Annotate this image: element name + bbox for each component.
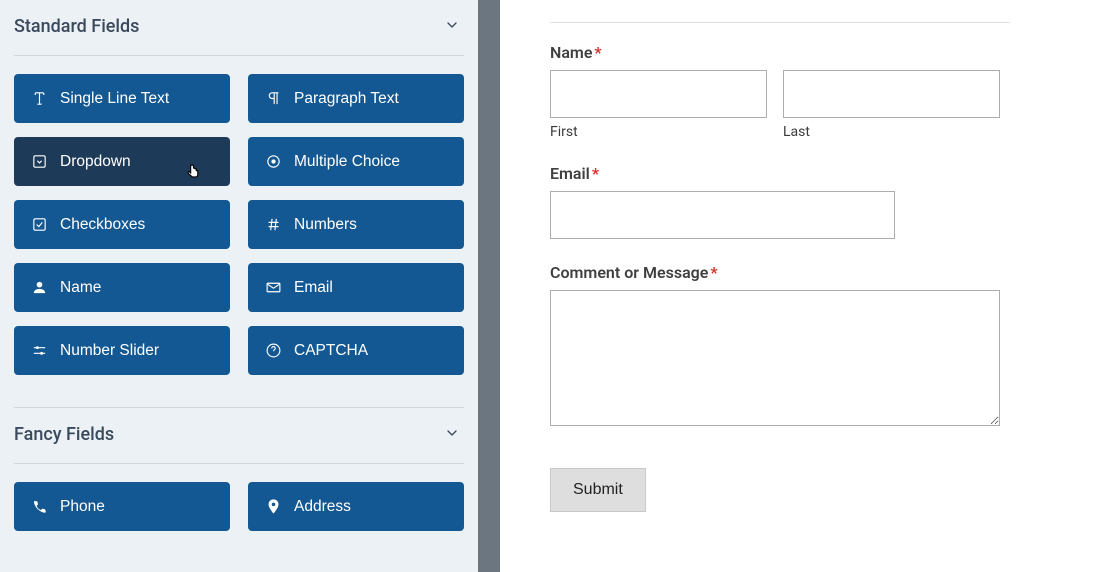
field-paragraph-text[interactable]: Paragraph Text <box>248 74 464 123</box>
field-label: Numbers <box>294 216 357 234</box>
field-label: Multiple Choice <box>294 153 400 171</box>
field-numbers[interactable]: Numbers <box>248 200 464 249</box>
text-icon <box>30 90 48 107</box>
field-multiple-choice[interactable]: Multiple Choice <box>248 137 464 186</box>
field-name[interactable]: Name <box>14 263 230 312</box>
field-label: Single Line Text <box>60 90 169 108</box>
user-icon <box>30 279 48 296</box>
field-label: Paragraph Text <box>294 90 399 108</box>
name-label: Name* <box>550 43 1000 62</box>
email-input[interactable] <box>550 191 895 239</box>
envelope-icon <box>264 279 282 296</box>
field-address[interactable]: Address <box>248 482 464 531</box>
field-label: Number Slider <box>60 342 159 360</box>
phone-icon <box>30 498 48 515</box>
hash-icon <box>264 216 282 233</box>
required-asterisk: * <box>710 263 717 282</box>
field-checkboxes[interactable]: Checkboxes <box>14 200 230 249</box>
divider <box>14 463 464 464</box>
separator-strip <box>478 0 500 572</box>
field-label: Address <box>294 498 351 516</box>
first-sublabel: First <box>550 124 767 140</box>
fancy-fields-grid: Phone Address <box>14 482 464 531</box>
field-captcha[interactable]: CAPTCHA <box>248 326 464 375</box>
label-text: Email <box>550 164 590 183</box>
last-name-input[interactable] <box>783 70 1000 118</box>
divider <box>14 55 464 56</box>
submit-button[interactable]: Submit <box>550 468 646 512</box>
field-label: Email <box>294 279 333 297</box>
required-asterisk: * <box>592 164 599 183</box>
first-name-input[interactable] <box>550 70 767 118</box>
form-field-comment: Comment or Message* <box>550 263 1000 430</box>
field-label: Checkboxes <box>60 216 145 234</box>
label-text: Name <box>550 43 592 62</box>
radio-icon <box>264 153 282 170</box>
field-email[interactable]: Email <box>248 263 464 312</box>
paragraph-icon <box>264 90 282 107</box>
form-preview: Name* First Last Email* Comment or <box>500 0 1116 572</box>
field-dropdown[interactable]: Dropdown <box>14 137 230 186</box>
divider <box>550 22 1010 23</box>
field-label: Name <box>60 279 101 297</box>
section-title: Fancy Fields <box>14 424 114 445</box>
section-header-standard[interactable]: Standard Fields <box>14 0 464 55</box>
field-label: Dropdown <box>60 153 131 171</box>
section-title: Standard Fields <box>14 16 139 37</box>
fields-sidebar: Standard Fields Single Line Text Paragra… <box>0 0 478 572</box>
field-single-line-text[interactable]: Single Line Text <box>14 74 230 123</box>
required-asterisk: * <box>594 43 601 62</box>
pin-icon <box>264 498 282 515</box>
last-sublabel: Last <box>783 124 1000 140</box>
form-field-email: Email* <box>550 164 1000 239</box>
question-icon <box>264 342 282 359</box>
email-label: Email* <box>550 164 1000 183</box>
checkbox-icon <box>30 216 48 233</box>
chevron-down-icon <box>444 17 460 37</box>
label-text: Comment or Message <box>550 263 708 282</box>
field-label: CAPTCHA <box>294 342 368 360</box>
field-phone[interactable]: Phone <box>14 482 230 531</box>
section-header-fancy[interactable]: Fancy Fields <box>14 408 464 463</box>
cursor-pointer-icon <box>185 163 202 180</box>
comment-textarea[interactable] <box>550 290 1000 426</box>
comment-label: Comment or Message* <box>550 263 1000 282</box>
dropdown-icon <box>30 153 48 170</box>
field-number-slider[interactable]: Number Slider <box>14 326 230 375</box>
form-field-name: Name* First Last <box>550 43 1000 140</box>
standard-fields-grid: Single Line Text Paragraph Text Dropdown… <box>14 74 464 375</box>
field-label: Phone <box>60 498 105 516</box>
chevron-down-icon <box>444 425 460 445</box>
sliders-icon <box>30 342 48 359</box>
